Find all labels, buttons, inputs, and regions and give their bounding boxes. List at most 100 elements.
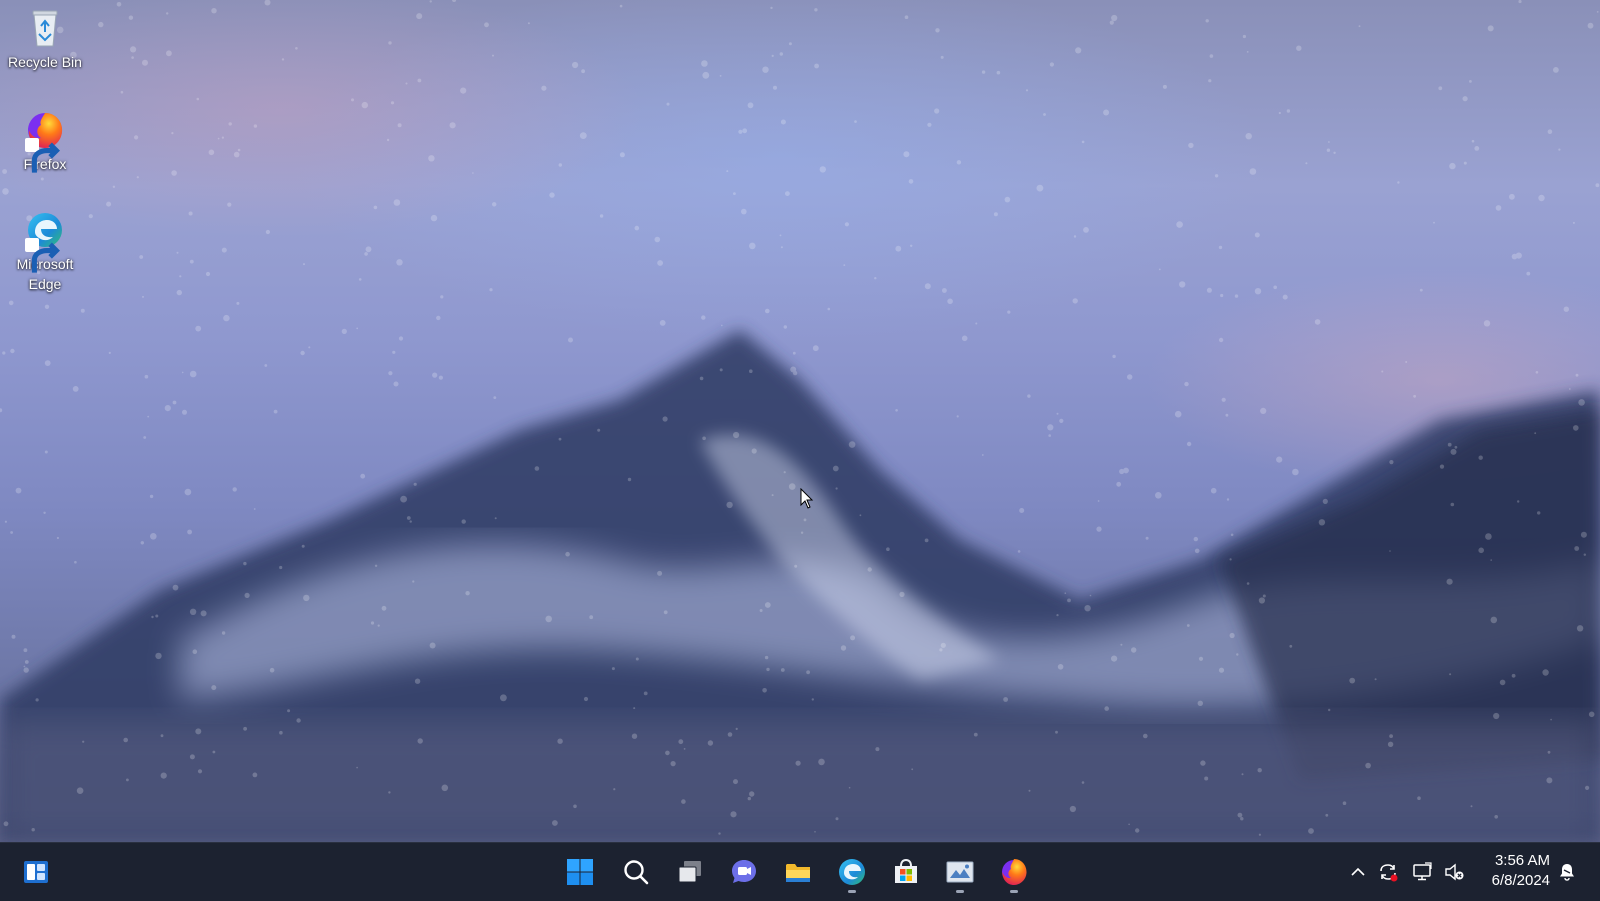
task-view-button[interactable] bbox=[668, 850, 712, 894]
raindrop bbox=[44, 450, 48, 454]
raindrop bbox=[43, 511, 46, 514]
raindrop bbox=[253, 508, 256, 510]
raindrop bbox=[1292, 468, 1299, 476]
notification-center-button[interactable] bbox=[1555, 860, 1579, 884]
store-button[interactable] bbox=[884, 850, 928, 894]
raindrop bbox=[1550, 718, 1552, 721]
raindrop bbox=[1494, 815, 1498, 819]
raindrop bbox=[381, 605, 387, 611]
raindrop bbox=[1135, 828, 1140, 833]
raindrop bbox=[221, 136, 224, 139]
raindrop bbox=[1193, 536, 1199, 542]
raindrop bbox=[8, 300, 14, 306]
raindrop bbox=[942, 288, 947, 293]
clock[interactable]: 3:56 AM 6/8/2024 bbox=[1474, 851, 1550, 891]
raindrop bbox=[108, 351, 111, 354]
raindrop bbox=[1103, 109, 1110, 116]
volume-tray-button[interactable] bbox=[1442, 860, 1466, 884]
raindrop bbox=[10, 348, 15, 354]
show-hidden-icons-button[interactable] bbox=[1346, 860, 1370, 884]
raindrop bbox=[1257, 768, 1262, 773]
raindrop bbox=[98, 21, 104, 28]
raindrop bbox=[611, 667, 615, 671]
raindrop bbox=[848, 786, 851, 789]
raindrop bbox=[733, 779, 738, 785]
raindrop bbox=[392, 350, 396, 354]
raindrop bbox=[179, 275, 182, 278]
raindrop bbox=[181, 371, 184, 374]
edge-taskbar-button[interactable] bbox=[830, 850, 874, 894]
sync-icon bbox=[1380, 864, 1398, 882]
raindrop bbox=[783, 471, 786, 474]
chat-button[interactable] bbox=[722, 850, 766, 894]
raindrop bbox=[390, 101, 395, 105]
raindrop bbox=[1449, 673, 1452, 676]
raindrop bbox=[1218, 245, 1223, 250]
notification-bell-icon bbox=[1560, 864, 1574, 881]
raindrop bbox=[1229, 632, 1235, 639]
raindrop bbox=[1234, 294, 1239, 298]
raindrop bbox=[683, 748, 686, 750]
raindrop bbox=[1381, 370, 1384, 373]
firefox-taskbar-button[interactable] bbox=[992, 850, 1036, 894]
raindrop bbox=[927, 122, 932, 127]
raindrop bbox=[1194, 548, 1200, 554]
raindrop bbox=[1499, 679, 1506, 686]
raindrop bbox=[1186, 441, 1192, 447]
raindrop bbox=[1433, 221, 1435, 224]
raindrop bbox=[1262, 594, 1266, 598]
file-explorer-button[interactable] bbox=[776, 850, 820, 894]
raindrop bbox=[904, 15, 909, 19]
raindrop bbox=[1120, 643, 1123, 646]
raindrop bbox=[166, 12, 169, 15]
desktop-icon-microsoft-edge[interactable]: Microsoft Edge bbox=[0, 208, 90, 294]
raindrop bbox=[1220, 293, 1224, 298]
raindrop bbox=[1413, 394, 1416, 398]
raindrop bbox=[356, 327, 359, 330]
raindrop bbox=[233, 151, 240, 158]
raindrop bbox=[1365, 762, 1371, 769]
image-viewer-button[interactable] bbox=[938, 850, 982, 894]
raindrop bbox=[365, 246, 372, 253]
raindrop bbox=[460, 87, 467, 94]
desktop-icon-firefox[interactable]: Firefox bbox=[0, 108, 90, 174]
raindrop bbox=[74, 560, 77, 564]
search-icon bbox=[624, 860, 649, 885]
raindrop bbox=[1389, 550, 1391, 552]
sync-tray-button[interactable] bbox=[1376, 860, 1400, 884]
desktop-icon-recycle-bin[interactable]: Recycle Bin bbox=[0, 6, 90, 72]
raindrop bbox=[4, 520, 7, 523]
raindrop bbox=[627, 477, 632, 482]
raindrop bbox=[1534, 432, 1537, 435]
raindrop bbox=[1546, 777, 1553, 784]
raindrop bbox=[527, 22, 530, 25]
raindrop bbox=[1326, 148, 1331, 152]
raindrop bbox=[1043, 113, 1046, 116]
search-button[interactable] bbox=[614, 850, 658, 894]
raindrop bbox=[1019, 508, 1025, 513]
raindrop bbox=[176, 289, 182, 296]
raindrop bbox=[773, 85, 777, 90]
display-tray-button[interactable] bbox=[1410, 860, 1434, 884]
raindrop bbox=[840, 645, 847, 651]
raindrop bbox=[859, 514, 862, 517]
raindrop bbox=[665, 750, 670, 756]
raindrop bbox=[1463, 161, 1467, 165]
raindrop bbox=[388, 791, 391, 794]
raindrop bbox=[1286, 109, 1291, 113]
volume-muted-icon bbox=[1445, 863, 1464, 881]
running-indicator bbox=[1010, 890, 1018, 893]
raindrop bbox=[44, 304, 50, 309]
widgets-icon bbox=[24, 861, 48, 883]
raindrop bbox=[1511, 253, 1518, 260]
raindrop bbox=[264, 364, 268, 367]
raindrop bbox=[351, 98, 354, 102]
raindrop bbox=[1218, 667, 1225, 673]
raindrop bbox=[1096, 526, 1102, 532]
start-button[interactable] bbox=[558, 850, 602, 894]
raindrop bbox=[1214, 174, 1219, 178]
widgets-button[interactable] bbox=[14, 850, 58, 894]
edge-icon bbox=[839, 859, 865, 885]
raindrop bbox=[780, 246, 783, 249]
raindrop bbox=[749, 242, 756, 250]
